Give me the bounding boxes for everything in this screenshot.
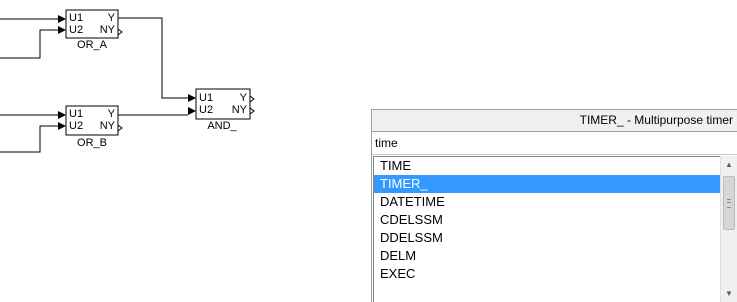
block-and[interactable]: U1 U2 Y NY AND_: [195, 88, 255, 132]
wire-or-a-u2: [0, 29, 58, 59]
scroll-up-icon[interactable]: ▲: [721, 156, 737, 173]
list-item-time[interactable]: TIME: [374, 157, 720, 175]
or-a-output-ny: NY: [100, 24, 116, 36]
or-b-input-u2: U2: [69, 120, 83, 132]
or-a-input-u2: U2: [69, 24, 83, 36]
and-input-u2: U2: [199, 104, 213, 116]
wire-or-b-u2: [0, 125, 58, 153]
search-input[interactable]: time: [372, 132, 737, 155]
arrow-or-a-u1: [58, 15, 66, 23]
scroll-down-icon[interactable]: ▼: [721, 285, 737, 302]
block-or-b[interactable]: U1 U2 Y NY OR_B: [65, 105, 123, 149]
scroll-thumb[interactable]: [723, 176, 735, 230]
list-scrollbar[interactable]: ▲ ▼: [720, 156, 737, 302]
arrow-or-b-u1: [58, 111, 66, 119]
or-b-output-ny: NY: [100, 120, 116, 132]
arrow-and-u2: [188, 107, 196, 115]
list-item-exec[interactable]: EXEC: [374, 265, 720, 283]
block-selector-popup: TIMER_ - Multipurpose timer time TIME TI…: [371, 109, 737, 302]
or-a-name: OR_A: [77, 39, 108, 51]
or-b-name: OR_B: [77, 137, 107, 149]
popup-description-header: TIMER_ - Multipurpose timer: [372, 110, 737, 132]
arrow-and-u1: [188, 94, 196, 102]
block-type-list[interactable]: TIME TIMER_ DATETIME CDELSSM DDELSSM DEL…: [373, 156, 720, 302]
or-a-input-u1: U1: [69, 12, 83, 24]
grip-icon: [727, 199, 731, 208]
and-name: AND_: [207, 120, 237, 132]
or-b-input-u1: U1: [69, 108, 83, 120]
list-item-cdelssm[interactable]: CDELSSM: [374, 211, 720, 229]
and-output-y: Y: [240, 92, 248, 104]
arrow-or-a-u2: [58, 26, 66, 34]
arrow-or-b-u2: [58, 122, 66, 130]
block-or-a[interactable]: U1 U2 Y NY OR_A: [65, 9, 123, 51]
or-a-output-y: Y: [108, 12, 116, 24]
list-item-ddelssm[interactable]: DDELSSM: [374, 229, 720, 247]
or-b-output-y: Y: [108, 108, 116, 120]
and-output-ny: NY: [232, 104, 248, 116]
wire-or-a-y-to-and-u1: [118, 17, 188, 99]
list-item-delm[interactable]: DELM: [374, 247, 720, 265]
list-item-datetime[interactable]: DATETIME: [374, 193, 720, 211]
list-item-timer[interactable]: TIMER_: [374, 175, 720, 193]
and-input-u1: U1: [199, 92, 213, 104]
